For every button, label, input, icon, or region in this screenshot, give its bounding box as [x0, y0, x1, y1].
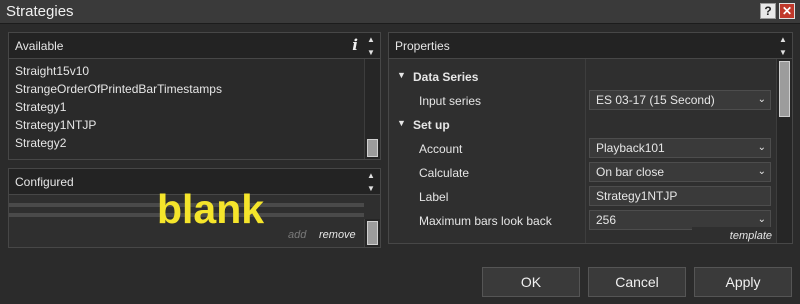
dropdown-value: On bar close — [596, 165, 665, 179]
label-field[interactable]: Strategy1NTJP — [589, 186, 771, 206]
property-label: Input series — [419, 94, 482, 108]
section-data-series[interactable]: ▼ Data Series — [389, 64, 776, 88]
arrow-up-icon[interactable]: ▲ — [364, 169, 378, 182]
properties-panel: Properties ▲ ▼ ▼ Data Series Input serie… — [388, 32, 793, 244]
property-row-input-series: Input series ES 03-17 (15 Second) ⌄ — [389, 88, 776, 112]
dropdown-value: Playback101 — [596, 141, 665, 155]
account-dropdown[interactable]: Playback101 ⌄ — [589, 138, 771, 158]
property-label: Maximum bars look back — [419, 214, 552, 228]
input-series-dropdown[interactable]: ES 03-17 (15 Second) ⌄ — [589, 90, 771, 110]
property-grid: ▼ Data Series Input series ES 03-17 (15 … — [389, 59, 776, 243]
property-label: Calculate — [419, 166, 470, 180]
list-item[interactable]: Strategy1 — [9, 98, 364, 116]
blank-annotation: blank — [157, 186, 265, 232]
dropdown-value: 256 — [596, 213, 617, 227]
scrollbar-thumb[interactable] — [367, 221, 378, 245]
cancel-button[interactable]: Cancel — [588, 267, 686, 297]
arrow-up-icon[interactable]: ▲ — [776, 33, 790, 46]
properties-scrollbar[interactable] — [776, 59, 792, 243]
available-panel: Available i ▲ ▼ Straight15v10 StrangeOrd… — [8, 32, 381, 160]
property-label: Account — [419, 142, 463, 156]
properties-title: Properties — [395, 39, 450, 53]
property-row-calculate: Calculate On bar close ⌄ — [389, 160, 776, 184]
info-icon[interactable]: i — [352, 36, 358, 54]
collapse-caret-icon[interactable]: ▼ — [397, 118, 406, 128]
configured-title: Configured — [15, 175, 74, 189]
scrollbar-thumb[interactable] — [367, 139, 378, 157]
remove-link[interactable]: remove — [319, 229, 356, 241]
property-label: Label — [419, 190, 449, 204]
scrollbar-thumb[interactable] — [779, 61, 790, 117]
title-bar: Strategies ? ✕ — [0, 0, 800, 24]
available-spinner[interactable]: ▲ ▼ — [364, 33, 378, 59]
close-icon[interactable]: ✕ — [779, 3, 795, 19]
chevron-down-icon[interactable]: ⌄ — [758, 163, 766, 181]
properties-header: Properties ▲ ▼ — [389, 33, 792, 59]
available-header: Available i ▲ ▼ — [9, 33, 380, 59]
arrow-up-icon[interactable]: ▲ — [364, 33, 378, 46]
section-label: Set up — [413, 118, 450, 132]
available-scrollbar[interactable] — [364, 59, 380, 159]
window-title: Strategies — [6, 3, 74, 20]
dropdown-value: ES 03-17 (15 Second) — [596, 93, 715, 107]
property-row-label: Label Strategy1NTJP — [389, 184, 776, 208]
available-list[interactable]: Straight15v10 StrangeOrderOfPrintedBarTi… — [9, 59, 364, 159]
list-item[interactable]: StrangeOrderOfPrintedBarTimestamps — [9, 80, 364, 98]
configured-scrollbar[interactable] — [364, 219, 380, 247]
list-item[interactable]: Strategy2 — [9, 134, 364, 152]
available-title: Available — [15, 39, 64, 53]
chevron-down-icon[interactable]: ⌄ — [758, 91, 766, 109]
template-link[interactable]: template — [692, 227, 772, 243]
list-item[interactable]: Strategy1NTJP — [9, 116, 364, 134]
chevron-down-icon[interactable]: ⌄ — [758, 139, 766, 157]
add-link[interactable]: add — [288, 229, 306, 241]
arrow-down-icon[interactable]: ▼ — [364, 46, 378, 59]
calculate-dropdown[interactable]: On bar close ⌄ — [589, 162, 771, 182]
section-set-up[interactable]: ▼ Set up — [389, 112, 776, 136]
help-icon[interactable]: ? — [760, 3, 776, 19]
properties-spinner[interactable]: ▲ ▼ — [776, 33, 790, 59]
list-item[interactable]: Straight15v10 — [9, 62, 364, 80]
arrow-down-icon[interactable]: ▼ — [364, 182, 378, 195]
apply-button[interactable]: Apply — [694, 267, 792, 297]
property-row-account: Account Playback101 ⌄ — [389, 136, 776, 160]
ok-button[interactable]: OK — [482, 267, 580, 297]
collapse-caret-icon[interactable]: ▼ — [397, 70, 406, 80]
section-label: Data Series — [413, 70, 479, 84]
arrow-down-icon[interactable]: ▼ — [776, 46, 790, 59]
configured-spinner[interactable]: ▲ ▼ — [364, 169, 378, 195]
